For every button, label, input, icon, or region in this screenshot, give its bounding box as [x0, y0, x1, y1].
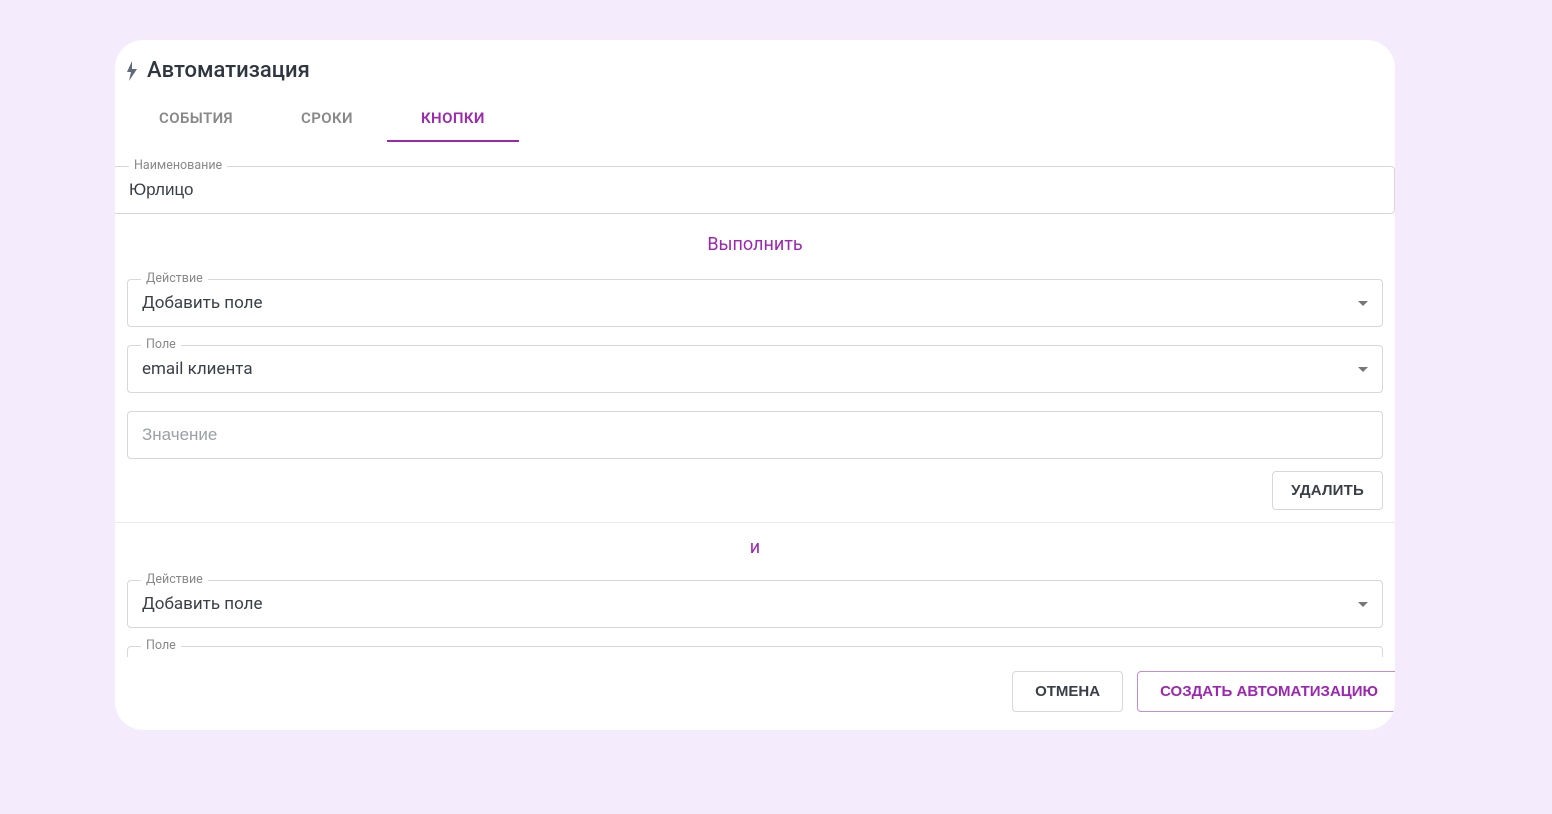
delete-button[interactable]: УДАЛИТЬ	[1272, 471, 1383, 510]
chevron-down-icon	[1358, 602, 1368, 607]
tabs: СОБЫТИЯ СРОКИ КНОПКИ	[115, 83, 1395, 142]
name-field-wrapper: Наименование	[115, 166, 1395, 214]
value-input[interactable]	[127, 411, 1383, 459]
tab-events[interactable]: СОБЫТИЯ	[125, 93, 267, 141]
automation-modal: Автоматизация СОБЫТИЯ СРОКИ КНОПКИ Наиме…	[115, 40, 1395, 730]
field-select[interactable]: Бюджет	[127, 646, 1383, 657]
action-select-wrapper: Действие Добавить поле	[127, 279, 1383, 327]
chevron-down-icon	[1358, 301, 1368, 306]
name-label: Наименование	[129, 158, 227, 173]
action-select[interactable]: Добавить поле	[127, 580, 1383, 628]
delete-row: УДАЛИТЬ	[115, 459, 1395, 522]
cancel-button[interactable]: ОТМЕНА	[1012, 671, 1123, 712]
modal-content: Наименование Выполнить Действие Добавить…	[115, 142, 1395, 657]
action-value: Добавить поле	[142, 594, 263, 614]
modal-header: Автоматизация	[115, 40, 1395, 83]
create-button[interactable]: СОЗДАТЬ АВТОМАТИЗАЦИЮ	[1137, 671, 1395, 712]
field-select-wrapper: Поле email клиента	[127, 345, 1383, 393]
field-label: Поле	[141, 638, 181, 653]
value-wrapper	[127, 411, 1383, 459]
action-select[interactable]: Добавить поле	[127, 279, 1383, 327]
field-select[interactable]: email клиента	[127, 345, 1383, 393]
field-select-wrapper: Поле Бюджет	[127, 646, 1383, 657]
action-label: Действие	[141, 572, 208, 587]
automation-icon	[125, 59, 139, 83]
chevron-down-icon	[1358, 367, 1368, 372]
field-label: Поле	[141, 337, 181, 352]
name-input[interactable]	[115, 166, 1395, 214]
action-value: Добавить поле	[142, 293, 263, 313]
field-value: email клиента	[142, 359, 253, 379]
modal-footer: ОТМЕНА СОЗДАТЬ АВТОМАТИЗАЦИЮ	[115, 657, 1395, 730]
execute-title: Выполнить	[115, 214, 1395, 261]
action-select-wrapper: Действие Добавить поле	[127, 580, 1383, 628]
connector-label: и	[115, 523, 1395, 562]
tab-deadlines[interactable]: СРОКИ	[267, 93, 387, 141]
action-label: Действие	[141, 271, 208, 286]
modal-title: Автоматизация	[147, 58, 310, 83]
tab-buttons[interactable]: КНОПКИ	[387, 93, 519, 141]
